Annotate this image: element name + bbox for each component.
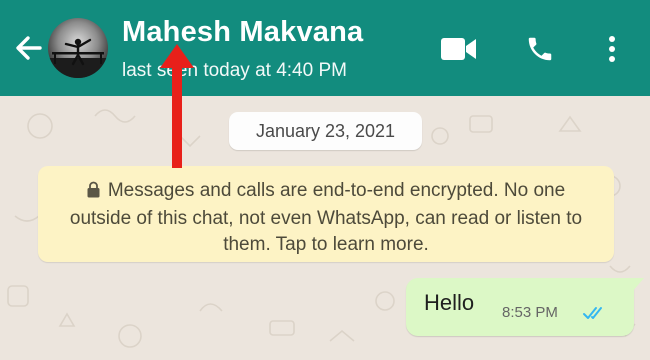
annotation-arrow xyxy=(160,44,194,168)
read-ticks-icon xyxy=(582,305,608,326)
voice-call-button[interactable] xyxy=(522,32,558,66)
contact-name[interactable]: Mahesh Makvana xyxy=(122,16,363,49)
more-options-button[interactable] xyxy=(598,32,626,66)
encryption-notice-text: Messages and calls are end-to-end encryp… xyxy=(69,180,583,255)
video-call-button[interactable] xyxy=(438,32,480,66)
message-text: Hello xyxy=(424,290,475,315)
outgoing-message[interactable]: Hello 8:53 PM xyxy=(406,278,644,336)
chat-header: Mahesh Makvana last seen today at 4:40 P… xyxy=(0,0,650,96)
encryption-notice[interactable]: Messages and calls are end-to-end encryp… xyxy=(38,166,614,262)
more-options-icon xyxy=(609,36,615,62)
date-chip: January 23, 2021 xyxy=(229,112,422,150)
last-seen-status: last seen today at 4:40 PM xyxy=(122,60,347,81)
video-call-icon xyxy=(441,38,476,60)
lock-icon xyxy=(87,180,100,206)
back-button[interactable] xyxy=(10,30,46,66)
back-arrow-icon xyxy=(16,36,42,60)
bubble-tail xyxy=(632,278,644,292)
voice-call-icon xyxy=(528,37,552,61)
message-time: 8:53 PM xyxy=(502,304,558,321)
chat-area[interactable]: January 23, 2021 Messages and calls are … xyxy=(0,96,650,360)
contact-avatar[interactable] xyxy=(48,18,108,78)
